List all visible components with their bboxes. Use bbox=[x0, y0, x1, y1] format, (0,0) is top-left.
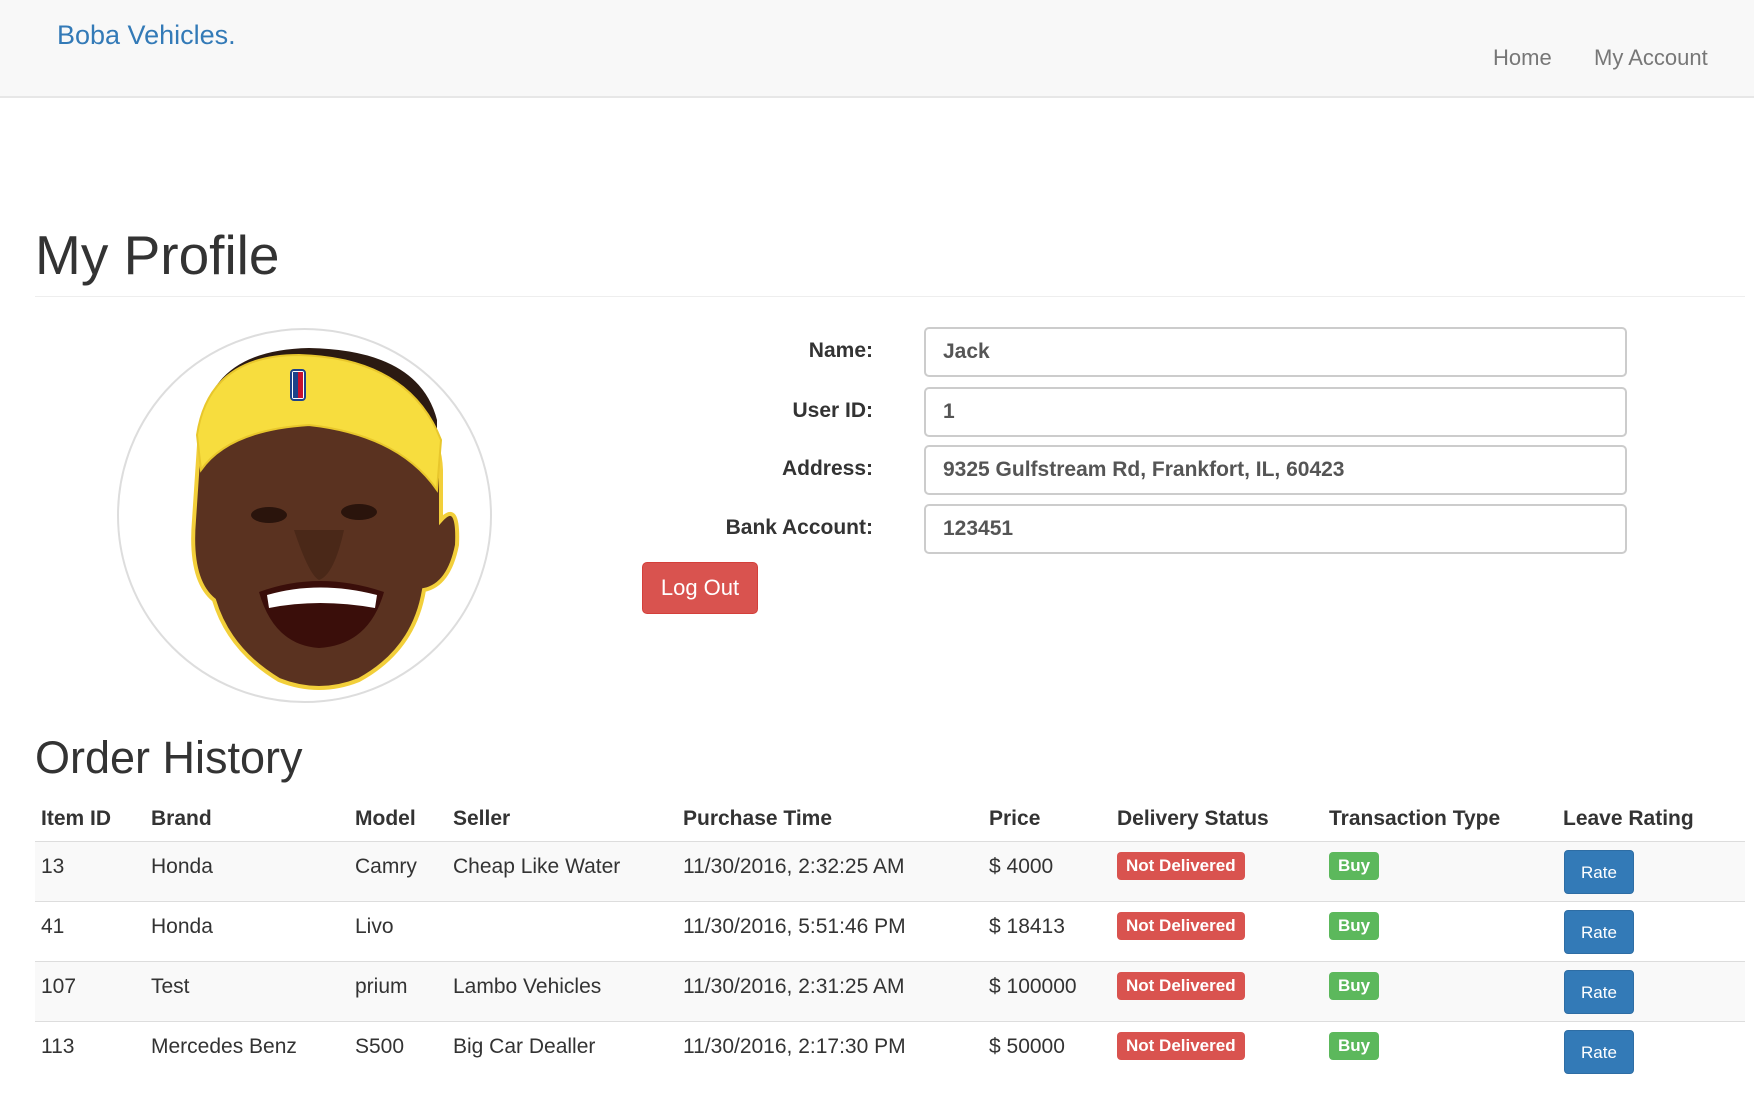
title-divider bbox=[35, 296, 1745, 297]
transaction-type-badge: Buy bbox=[1329, 852, 1380, 880]
userid-label: User ID: bbox=[792, 399, 873, 422]
cell-price: $ 4000 bbox=[989, 855, 1054, 878]
cell-purchase-time: 11/30/2016, 5:51:46 PM bbox=[683, 915, 906, 938]
cell-price: $ 18413 bbox=[989, 915, 1065, 938]
cell-price: $ 100000 bbox=[989, 975, 1077, 998]
bank-account-field[interactable] bbox=[924, 504, 1627, 554]
column-header: Delivery Status bbox=[1117, 807, 1269, 830]
column-header: Transaction Type bbox=[1329, 807, 1501, 830]
logout-button[interactable]: Log Out bbox=[642, 562, 758, 614]
cell-purchase-time: 11/30/2016, 2:31:25 AM bbox=[683, 975, 905, 998]
transaction-type-badge: Buy bbox=[1329, 912, 1380, 940]
cell-seller: Cheap Like Water bbox=[453, 855, 621, 878]
cell-brand: Honda bbox=[151, 855, 213, 878]
cell-brand: Mercedes Benz bbox=[151, 1035, 297, 1058]
table-row: 13 Honda Camry Cheap Like Water 11/30/20… bbox=[35, 842, 1745, 902]
navbar: Boba Vehicles. Home My Account bbox=[0, 0, 1754, 98]
transaction-type-badge: Buy bbox=[1329, 972, 1380, 1000]
brand-link[interactable]: Boba Vehicles. bbox=[57, 20, 236, 51]
delivery-status-badge: Not Delivered bbox=[1117, 852, 1245, 880]
rate-button[interactable]: Rate bbox=[1564, 850, 1634, 894]
cell-brand: Test bbox=[151, 975, 190, 998]
address-field[interactable] bbox=[924, 445, 1627, 495]
cell-model: Livo bbox=[355, 915, 394, 938]
page-title: My Profile bbox=[35, 224, 280, 286]
column-header: Model bbox=[355, 807, 416, 830]
cell-purchase-time: 11/30/2016, 2:17:30 PM bbox=[683, 1035, 906, 1058]
delivery-status-badge: Not Delivered bbox=[1117, 1032, 1245, 1060]
rate-button[interactable]: Rate bbox=[1564, 1030, 1634, 1074]
name-label: Name: bbox=[808, 339, 873, 362]
column-header: Brand bbox=[151, 807, 212, 830]
cell-seller: Lambo Vehicles bbox=[453, 975, 602, 998]
cell-model: Camry bbox=[355, 855, 417, 878]
cell-model: S500 bbox=[355, 1035, 405, 1058]
cell-item-id: 13 bbox=[41, 855, 65, 878]
cell-price: $ 50000 bbox=[989, 1035, 1065, 1058]
name-field[interactable] bbox=[924, 327, 1627, 377]
nav-home[interactable]: Home bbox=[1493, 45, 1552, 71]
rate-button[interactable]: Rate bbox=[1564, 970, 1634, 1014]
bank-account-label: Bank Account: bbox=[725, 516, 873, 539]
address-label: Address: bbox=[781, 457, 873, 480]
delivery-status-badge: Not Delivered bbox=[1117, 912, 1245, 940]
rate-button[interactable]: Rate bbox=[1564, 910, 1634, 954]
avatar bbox=[117, 328, 492, 703]
order-history-title: Order History bbox=[35, 732, 303, 783]
cell-item-id: 113 bbox=[41, 1035, 75, 1058]
cell-item-id: 107 bbox=[41, 975, 77, 998]
cell-model: prium bbox=[355, 975, 408, 998]
profile-photo bbox=[191, 348, 460, 690]
cell-item-id: 41 bbox=[41, 915, 65, 938]
cell-brand: Honda bbox=[151, 915, 213, 938]
table-row: 41 Honda Livo 11/30/2016, 5:51:46 PM $ 1… bbox=[35, 902, 1745, 962]
column-header: Leave Rating bbox=[1563, 807, 1694, 830]
table-row: 107 Test prium Lambo Vehicles 11/30/2016… bbox=[35, 962, 1745, 1022]
cell-seller: Big Car Dealler bbox=[453, 1035, 596, 1058]
column-header: Purchase Time bbox=[683, 807, 833, 830]
table-row: 113 Mercedes Benz S500 Big Car Dealler 1… bbox=[35, 1022, 1745, 1082]
cell-purchase-time: 11/30/2016, 2:32:25 AM bbox=[683, 855, 905, 878]
delivery-status-badge: Not Delivered bbox=[1117, 972, 1245, 1000]
column-header: Item ID bbox=[41, 807, 112, 830]
column-header: Price bbox=[989, 807, 1041, 830]
userid-field[interactable] bbox=[924, 387, 1627, 437]
column-header: Seller bbox=[453, 807, 511, 830]
nav-my-account[interactable]: My Account bbox=[1594, 45, 1708, 71]
transaction-type-badge: Buy bbox=[1329, 1032, 1380, 1060]
